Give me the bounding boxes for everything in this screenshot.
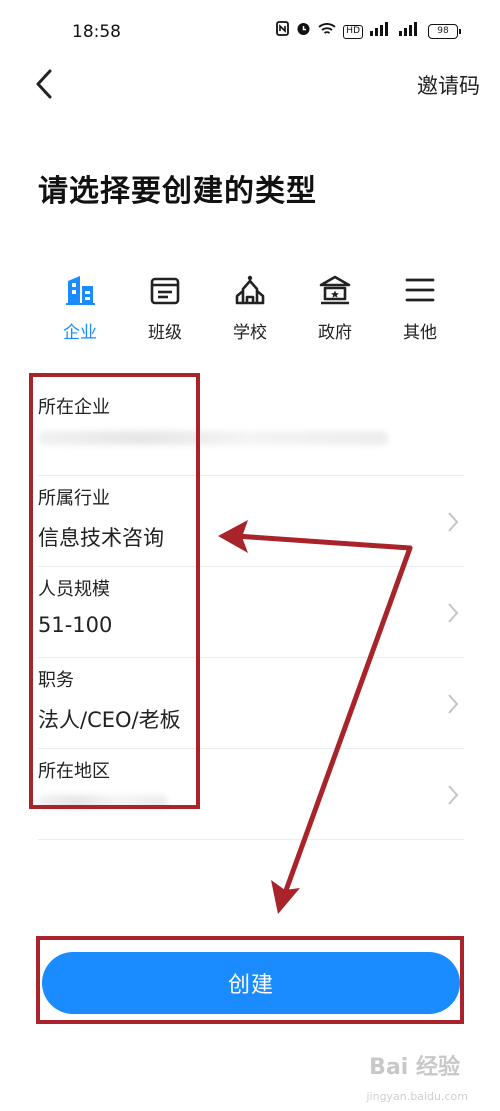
wifi-icon <box>318 22 336 42</box>
signal-4g-icon <box>370 21 392 42</box>
chevron-right-icon <box>448 512 459 532</box>
annotation-button-highlight <box>36 936 464 1024</box>
chevron-right-icon <box>448 785 459 805</box>
tab-label: 企业 <box>63 323 97 343</box>
menu-icon <box>403 270 437 310</box>
classroom-icon <box>148 270 182 310</box>
tab-government[interactable]: 政府 <box>293 270 377 350</box>
watermark-logo: Bai 经验 <box>369 1055 460 1080</box>
watermark-url: jingyan.baidu.com <box>366 1090 468 1103</box>
tab-other[interactable]: 其他 <box>378 270 462 350</box>
status-bar: 18:58 HD 98 <box>0 0 500 62</box>
invite-code-link[interactable]: 邀请码 <box>417 70 480 100</box>
tab-school[interactable]: 学校 <box>208 270 292 350</box>
tab-class[interactable]: 班级 <box>123 270 207 350</box>
status-time: 18:58 <box>72 22 121 42</box>
back-button[interactable] <box>26 64 62 104</box>
tab-enterprise[interactable]: 企业 <box>38 270 122 350</box>
tab-label: 其他 <box>403 323 437 343</box>
signal-4g-icon <box>399 21 421 42</box>
tab-label: 学校 <box>233 323 267 343</box>
page-title: 请选择要创建的类型 <box>38 174 317 209</box>
nfc-icon <box>276 21 290 42</box>
chevron-right-icon <box>448 603 459 623</box>
alarm-icon <box>296 21 311 42</box>
status-icons: HD 98 <box>276 21 461 42</box>
annotation-form-highlight <box>29 373 200 809</box>
tab-label: 班级 <box>148 323 182 343</box>
tab-label: 政府 <box>318 323 352 343</box>
type-tabs: 企业 班级 学校 政府 其他 <box>38 270 462 350</box>
government-icon <box>318 270 352 310</box>
chevron-right-icon <box>448 694 459 714</box>
school-icon <box>233 270 267 310</box>
hd-icon: HD <box>343 24 363 39</box>
battery-indicator: 98 <box>428 24 461 39</box>
building-icon <box>63 270 97 310</box>
chevron-left-icon <box>36 69 52 99</box>
